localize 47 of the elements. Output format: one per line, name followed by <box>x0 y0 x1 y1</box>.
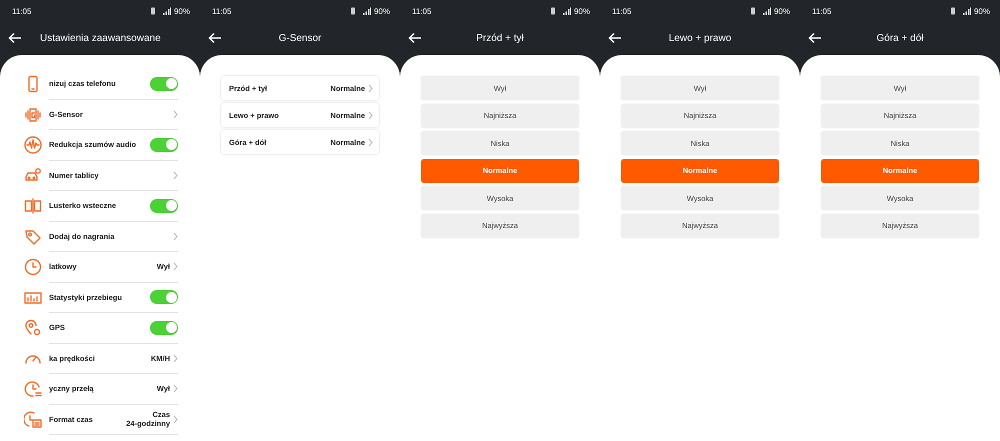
back-icon[interactable] <box>608 32 622 44</box>
clock-switch-icon <box>24 380 42 398</box>
battery-level: 90% <box>574 6 590 16</box>
battery-level: 90% <box>174 6 190 16</box>
back-icon[interactable] <box>8 32 22 44</box>
toggle-switch[interactable] <box>150 76 178 91</box>
status-time: 11:05 <box>212 6 232 16</box>
back-icon[interactable] <box>408 32 422 44</box>
chevron-icon <box>368 138 373 146</box>
clock-calendar-icon <box>24 410 42 429</box>
vibrate-icon <box>750 7 756 15</box>
g-sensor-icon <box>24 106 42 124</box>
screen-title: Przód + tył <box>475 33 525 44</box>
chevron-icon[interactable] <box>173 262 178 272</box>
screen-title: Ustawienia zaawansowane <box>40 33 161 44</box>
battery-level: 90% <box>774 6 790 16</box>
status-time: 11:05 <box>12 6 32 16</box>
vibrate-icon <box>350 7 356 15</box>
chevron-icon <box>368 84 373 92</box>
chevron-icon[interactable] <box>173 384 178 394</box>
back-icon[interactable] <box>808 32 822 44</box>
vibrate-icon <box>550 7 556 15</box>
clock-icon <box>24 258 42 276</box>
screen-title: Lewo + prawo <box>668 33 732 44</box>
mirror-icon <box>24 197 42 216</box>
chevron-icon[interactable] <box>173 414 178 424</box>
battery-level: 90% <box>974 6 990 16</box>
vibrate-icon <box>150 7 156 15</box>
status-time: 11:05 <box>412 6 432 16</box>
back-icon[interactable] <box>208 32 222 44</box>
sound-wave-icon <box>24 136 42 154</box>
toggle-switch[interactable] <box>150 320 178 335</box>
chevron-icon[interactable] <box>173 110 178 119</box>
status-time: 11:05 <box>812 6 832 16</box>
vibrate-icon <box>950 7 956 15</box>
chevron-icon[interactable] <box>173 170 178 180</box>
screen-title: G-Sensor <box>278 33 322 44</box>
chevron-icon[interactable] <box>173 354 178 363</box>
toggle-switch[interactable] <box>150 138 178 152</box>
status-time: 11:05 <box>612 6 632 16</box>
toggle-switch[interactable] <box>150 198 178 213</box>
battery-level: 90% <box>374 6 390 16</box>
chevron-icon[interactable] <box>173 232 178 241</box>
tag-icon <box>24 228 42 246</box>
chevron-icon <box>368 110 373 120</box>
screen-title: Góra + dół <box>876 33 924 44</box>
toggle-switch[interactable] <box>150 290 178 304</box>
